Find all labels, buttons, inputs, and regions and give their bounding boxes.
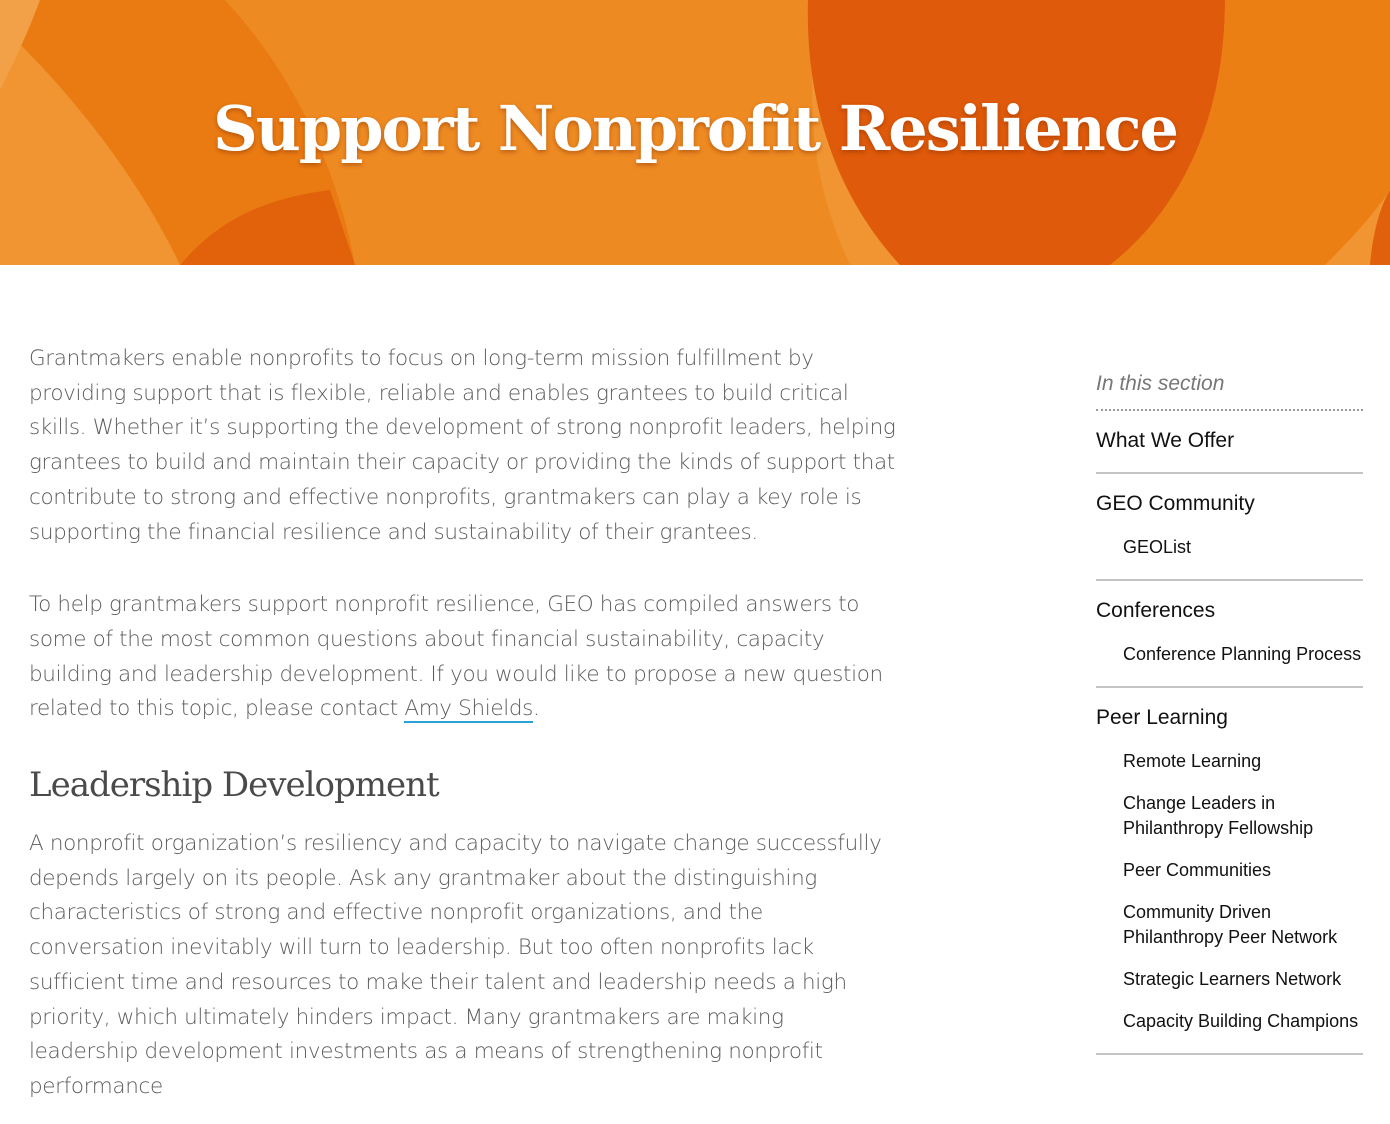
nav-subitem-strategic-learners-network[interactable]: Strategic Learners Network: [1123, 967, 1363, 992]
main-content: Grantmakers enable nonprofits to focus o…: [29, 342, 899, 1105]
nav-subitem: Change Leaders in Philanthropy Fellowshi…: [1123, 791, 1363, 841]
section-nav-group: GEO Community GEOList: [1096, 474, 1363, 581]
nav-sublist: GEOList: [1096, 535, 1363, 560]
page-title: Support Nonprofit Resilience: [213, 92, 1179, 165]
section-nav: In this section What We Offer GEO Commun…: [1096, 372, 1363, 1055]
nav-subitem-peer-communities[interactable]: Peer Communities: [1123, 858, 1363, 883]
nav-subitem: Community Driven Philanthropy Peer Netwo…: [1123, 900, 1363, 950]
nav-subitem: Remote Learning: [1123, 749, 1363, 774]
nav-sublist: Conference Planning Process: [1096, 642, 1363, 667]
nav-subitem: Peer Communities: [1123, 858, 1363, 883]
nav-sublist: Remote Learning Change Leaders in Philan…: [1096, 749, 1363, 1034]
nav-subitem-capacity-building-champions[interactable]: Capacity Building Champions: [1123, 1009, 1363, 1034]
nav-item-peer-learning[interactable]: Peer Learning: [1096, 706, 1363, 730]
intro-paragraph: Grantmakers enable nonprofits to focus o…: [29, 346, 896, 545]
section-nav-group: Peer Learning Remote Learning Change Lea…: [1096, 688, 1363, 1055]
nav-item-what-we-offer[interactable]: What We Offer: [1096, 429, 1363, 453]
nav-subitem: GEOList: [1123, 535, 1363, 560]
nav-subitem-remote-learning[interactable]: Remote Learning: [1123, 749, 1363, 774]
section-nav-group: What We Offer: [1096, 411, 1363, 474]
section-nav-header: In this section: [1096, 372, 1363, 411]
nav-subitem: Conference Planning Process: [1123, 642, 1363, 667]
section-paragraph: A nonprofit organization’s resiliency an…: [29, 831, 882, 1099]
nav-item-geo-community[interactable]: GEO Community: [1096, 492, 1363, 516]
nav-subitem: Capacity Building Champions: [1123, 1009, 1363, 1034]
nav-subitem-geolist[interactable]: GEOList: [1123, 535, 1363, 560]
nav-subitem: Strategic Learners Network: [1123, 967, 1363, 992]
help-paragraph-end: .: [533, 696, 540, 722]
section-nav-group: Conferences Conference Planning Process: [1096, 581, 1363, 688]
section-heading: Leadership Development: [29, 765, 440, 806]
contact-amy-shields-link[interactable]: Amy Shields: [404, 696, 533, 724]
nav-item-conferences[interactable]: Conferences: [1096, 599, 1363, 623]
nav-subitem-conference-planning-process[interactable]: Conference Planning Process: [1123, 642, 1363, 667]
nav-subitem-community-driven-network[interactable]: Community Driven Philanthropy Peer Netwo…: [1123, 900, 1363, 950]
nav-subitem-change-leaders-fellowship[interactable]: Change Leaders in Philanthropy Fellowshi…: [1123, 791, 1363, 841]
hero-banner: Support Nonprofit Resilience: [0, 0, 1390, 265]
help-paragraph: To help grantmakers support nonprofit re…: [29, 588, 899, 727]
